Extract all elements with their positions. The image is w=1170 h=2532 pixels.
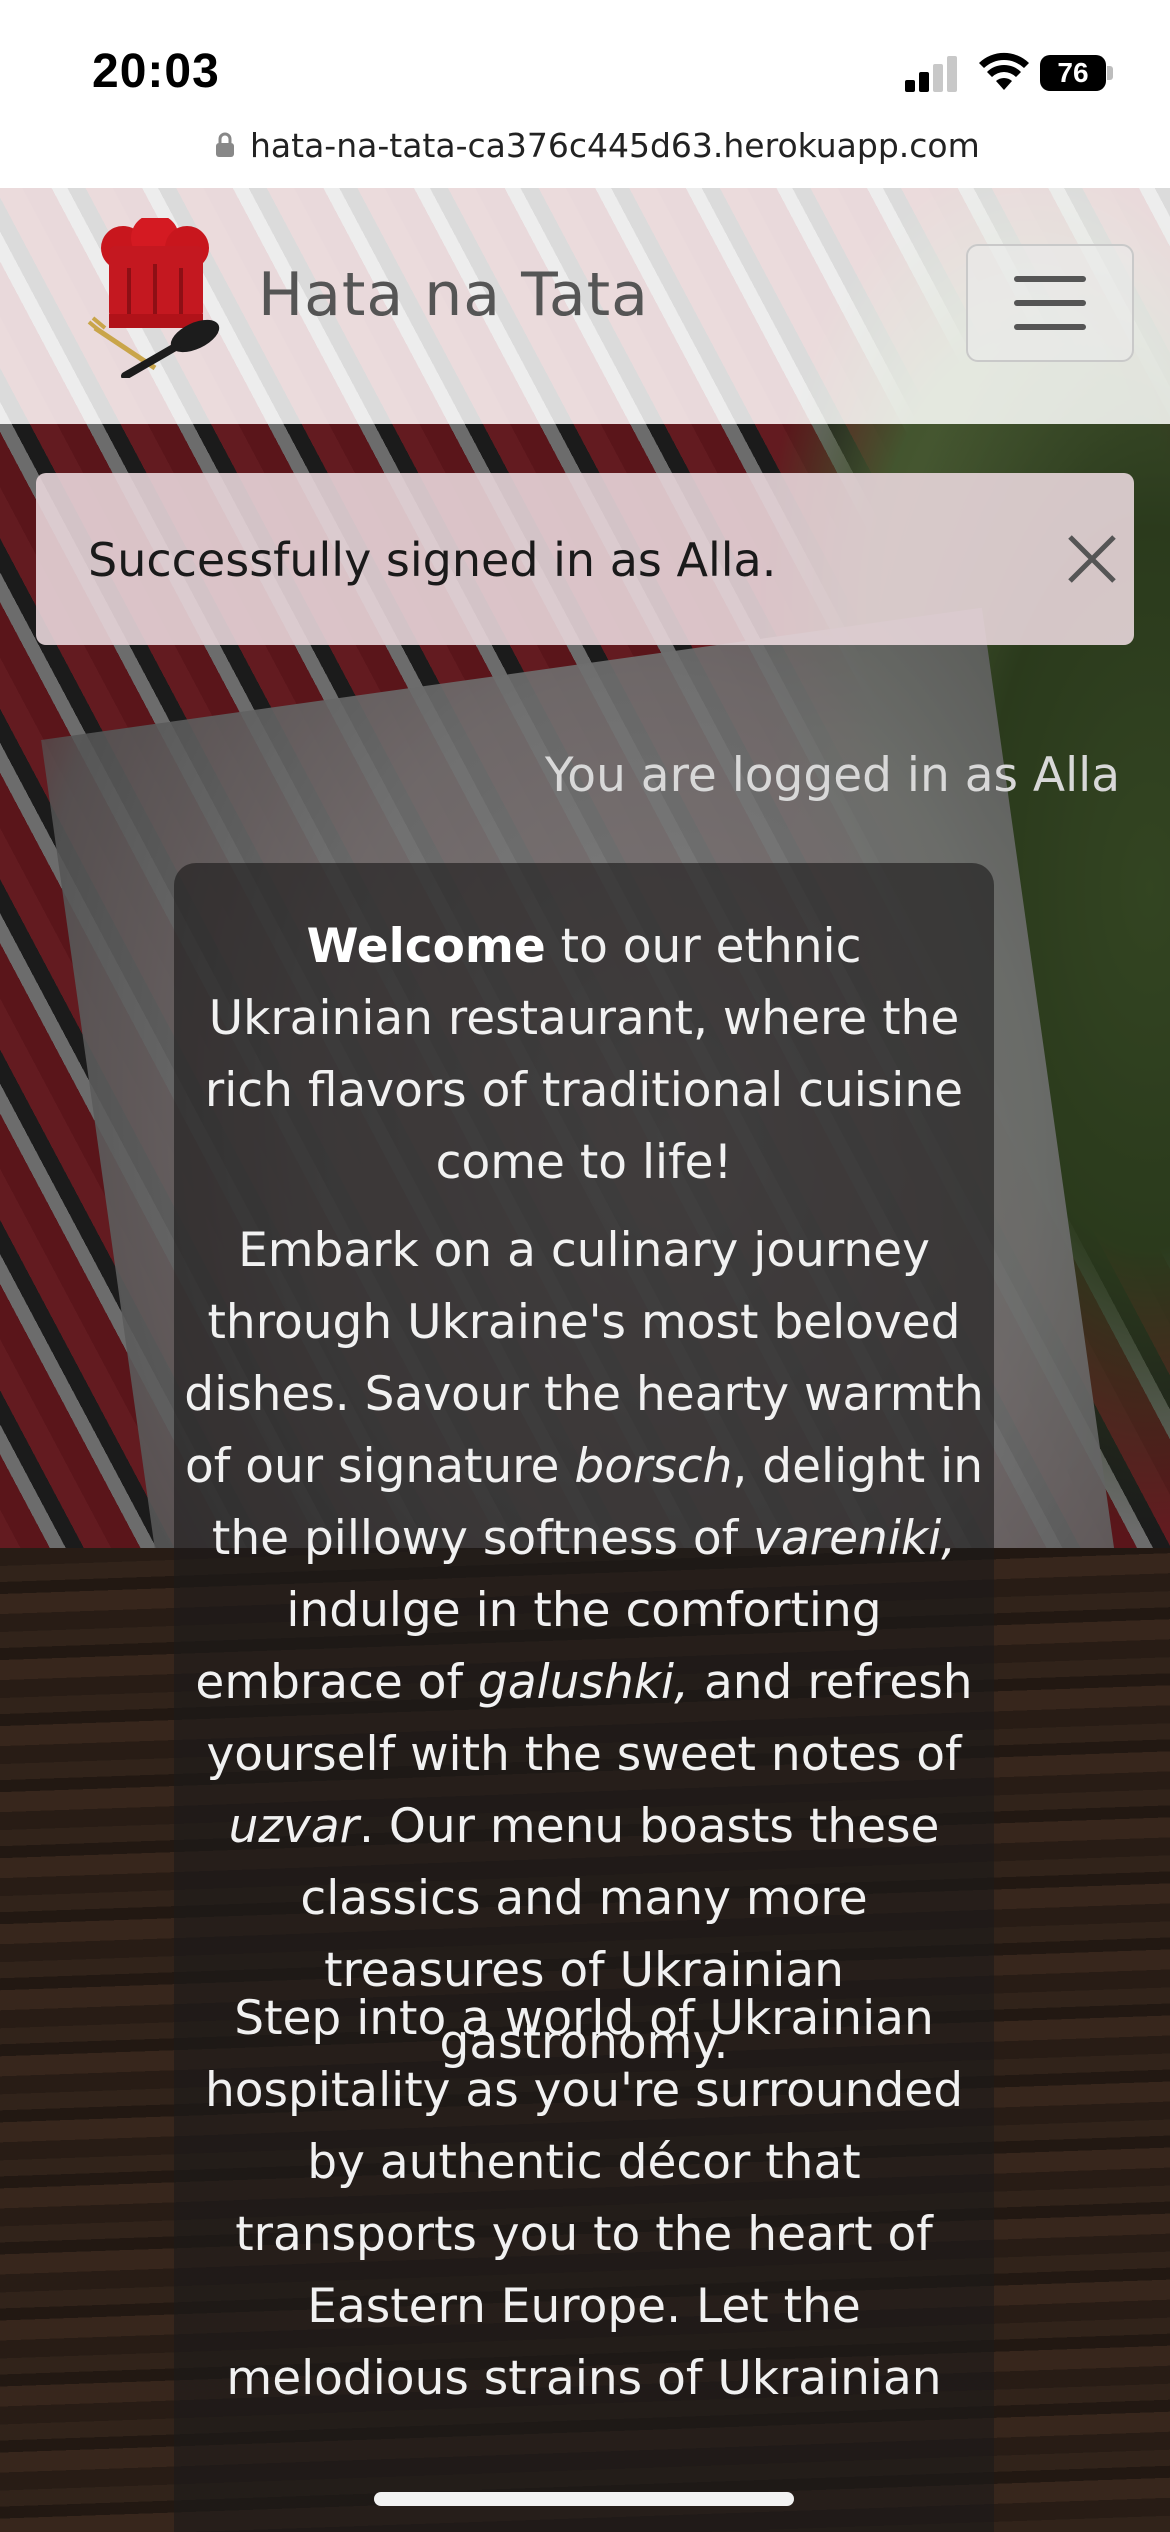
hamburger-icon-line bbox=[1014, 300, 1086, 306]
welcome-paragraph-3: Step into a world of Ukrainian hospitali… bbox=[204, 1991, 964, 2406]
menu-toggle-button[interactable] bbox=[966, 244, 1134, 362]
wifi-icon bbox=[979, 52, 1029, 90]
dish-vareniki: vareniki, bbox=[753, 1511, 957, 1566]
dish-galushki: galushki, bbox=[478, 1655, 690, 1710]
navbar: Hata na Tata bbox=[0, 188, 1170, 424]
status-bar: 20:03 76 bbox=[0, 0, 1170, 130]
cellular-signal-icon bbox=[905, 52, 961, 92]
lock-icon bbox=[216, 132, 234, 157]
page-background: Hata na Tata Successfully signed in as A… bbox=[0, 188, 1170, 2532]
home-indicator[interactable] bbox=[374, 2492, 794, 2506]
close-icon[interactable] bbox=[1062, 529, 1122, 589]
battery-icon: 76 bbox=[1040, 55, 1106, 91]
welcome-paragraph-2: Embark on a culinary journey through Ukr… bbox=[184, 1215, 984, 2079]
url-text[interactable]: hata-na-tata-ca376c445d63.herokuapp.com bbox=[250, 126, 980, 165]
alert-message: Successfully signed in as Alla. bbox=[88, 533, 777, 587]
battery-cap bbox=[1107, 66, 1113, 80]
hamburger-icon-line bbox=[1014, 324, 1086, 330]
welcome-panel: Welcome to our ethnic Ukrainian restaura… bbox=[174, 863, 994, 2532]
sign-in-alert: Successfully signed in as Alla. bbox=[36, 473, 1134, 645]
welcome-lead: Welcome bbox=[306, 919, 546, 974]
hamburger-icon-line bbox=[1014, 276, 1086, 282]
chef-hat-logo-icon[interactable] bbox=[85, 218, 225, 378]
welcome-paragraph-1: Welcome to our ethnic Ukrainian restaura… bbox=[194, 911, 974, 1199]
status-time: 20:03 bbox=[92, 45, 220, 98]
dish-uzvar: uzvar bbox=[228, 1799, 359, 1854]
login-status-text: You are logged in as Alla bbox=[544, 748, 1120, 803]
browser-url-bar[interactable]: hata-na-tata-ca376c445d63.herokuapp.com bbox=[0, 118, 1170, 188]
dish-borsch: borsch bbox=[574, 1439, 733, 1494]
brand-name[interactable]: Hata na Tata bbox=[258, 260, 649, 330]
